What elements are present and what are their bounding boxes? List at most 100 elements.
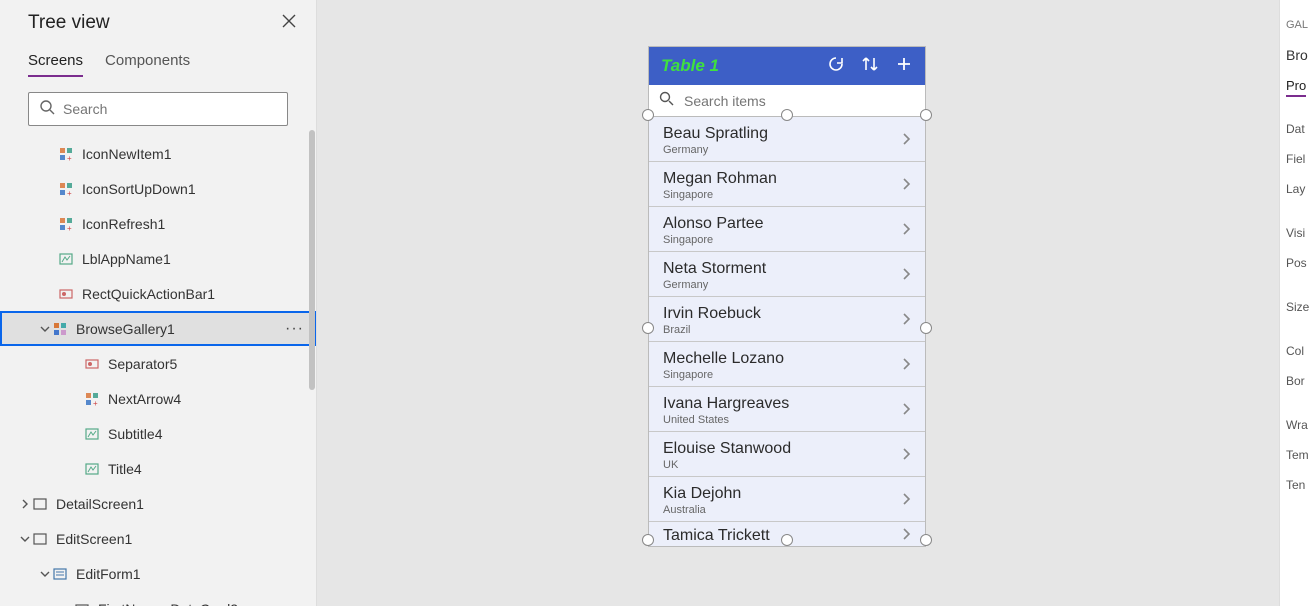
gallery-item[interactable]: Ivana HargreavesUnited States <box>649 387 925 432</box>
tree-node-label: IconSortUpDown1 <box>82 181 196 197</box>
chevron-right-icon[interactable] <box>901 357 913 375</box>
chevron-right-icon[interactable] <box>901 222 913 240</box>
tree-node-title[interactable]: Title4 <box>0 451 316 486</box>
chevron-right-icon[interactable] <box>901 492 913 510</box>
tree-node-subtitle[interactable]: Subtitle4 <box>0 416 316 451</box>
gallery-item[interactable]: Elouise StanwoodUK <box>649 432 925 477</box>
tree-node-browsegallery[interactable]: BrowseGallery1 ··· <box>0 311 316 346</box>
chevron-right-icon[interactable] <box>901 267 913 285</box>
tree-view-title: Tree view <box>28 12 110 34</box>
prop-row[interactable]: Size <box>1286 292 1311 322</box>
tab-screens[interactable]: Screens <box>28 52 83 77</box>
gallery-item-subtitle: Singapore <box>663 189 777 202</box>
tree-node-lblappname[interactable]: LblAppName1 <box>0 241 316 276</box>
tab-components[interactable]: Components <box>105 52 190 77</box>
sort-icon[interactable] <box>861 55 879 78</box>
chevron-right-icon[interactable] <box>901 177 913 195</box>
prop-row[interactable]: Lay <box>1286 174 1311 204</box>
selection-handle[interactable] <box>642 322 654 334</box>
chevron-down-icon[interactable] <box>18 534 32 544</box>
tree-node-iconsortupdown[interactable]: + IconSortUpDown1 <box>0 171 316 206</box>
gallery-item-subtitle: Brazil <box>663 324 761 337</box>
tree-node-separator[interactable]: Separator5 <box>0 346 316 381</box>
control-icon: + <box>58 217 74 231</box>
tree-node-nextarrow[interactable]: + NextArrow4 <box>0 381 316 416</box>
chevron-right-icon[interactable] <box>901 312 913 330</box>
gallery-item-title: Megan Rohman <box>663 170 777 188</box>
properties-panel: GAL Bro Pro Dat Fiel Lay Visi Pos Size C… <box>1279 0 1311 606</box>
chevron-right-icon[interactable] <box>901 527 913 545</box>
gallery-item-title: Alonso Partee <box>663 215 764 233</box>
tree-node-label: NextArrow4 <box>108 391 181 407</box>
prop-row[interactable]: Tem <box>1286 440 1311 470</box>
refresh-icon[interactable] <box>827 55 845 78</box>
tree-node-iconnewitem[interactable]: + IconNewItem1 <box>0 136 316 171</box>
tab-properties[interactable]: Pro <box>1286 78 1306 97</box>
control-icon: + <box>58 182 74 196</box>
datacard-icon <box>74 602 90 606</box>
selection-handle[interactable] <box>920 109 932 121</box>
label-icon <box>58 252 74 266</box>
close-icon[interactable] <box>282 14 296 33</box>
tree-node-detailscreen[interactable]: DetailScreen1 <box>0 486 316 521</box>
tree-node-editscreen[interactable]: EditScreen1 <box>0 521 316 556</box>
chevron-right-icon[interactable] <box>901 447 913 465</box>
gallery-item[interactable]: Kia DejohnAustralia <box>649 477 925 522</box>
gallery-item[interactable]: Megan RohmanSingapore <box>649 162 925 207</box>
prop-row[interactable]: Col <box>1286 336 1311 366</box>
tree-node-firstname-datacard[interactable]: FirstName_DataCard2 <box>0 591 316 606</box>
tree-list: + IconNewItem1 + IconSortUpDown1 + IconR… <box>0 136 316 606</box>
chevron-right-icon[interactable] <box>901 402 913 420</box>
selection-handle[interactable] <box>642 109 654 121</box>
selection-handle[interactable] <box>781 109 793 121</box>
selection-handle[interactable] <box>781 534 793 546</box>
prop-row[interactable]: Ten <box>1286 470 1311 500</box>
chevron-down-icon[interactable] <box>38 324 52 334</box>
app-search-input[interactable] <box>684 93 915 109</box>
chevron-right-icon[interactable] <box>901 132 913 150</box>
prop-row[interactable]: Bor <box>1286 366 1311 396</box>
tree-node-editform[interactable]: EditForm1 <box>0 556 316 591</box>
search-icon <box>659 91 674 111</box>
screen-icon <box>32 532 48 546</box>
gallery-item[interactable]: Mechelle LozanoSingapore <box>649 342 925 387</box>
selection-handle[interactable] <box>642 534 654 546</box>
more-options-icon[interactable]: ··· <box>285 320 304 338</box>
chevron-right-icon[interactable] <box>18 499 32 509</box>
rectangle-icon <box>58 287 74 301</box>
tree-search-input[interactable] <box>63 101 277 117</box>
tree-node-label: FirstName_DataCard2 <box>98 601 238 606</box>
tree-node-rectquickactionbar[interactable]: RectQuickActionBar1 <box>0 276 316 311</box>
gallery-item-title: Irvin Roebuck <box>663 305 761 323</box>
tree-node-label: Subtitle4 <box>108 426 162 442</box>
gallery-item-title: Neta Storment <box>663 260 766 278</box>
form-icon <box>52 567 68 581</box>
design-canvas[interactable]: Table 1 Beau SpratlingGermanyMegan Rohma… <box>317 0 1279 606</box>
gallery-item[interactable]: Beau SpratlingGermany <box>649 117 925 162</box>
sidebar-scrollbar-thumb[interactable] <box>309 130 315 390</box>
rectangle-icon <box>84 357 100 371</box>
gallery-item-title: Tamica Trickett <box>663 527 770 545</box>
prop-row[interactable]: Dat <box>1286 114 1311 144</box>
gallery-item[interactable]: Irvin RoebuckBrazil <box>649 297 925 342</box>
svg-text:+: + <box>67 224 72 231</box>
gallery-item-subtitle: Singapore <box>663 234 764 247</box>
gallery-item-subtitle: United States <box>663 414 789 427</box>
control-icon: + <box>84 392 100 406</box>
gallery-item[interactable]: Neta StormentGermany <box>649 252 925 297</box>
prop-row[interactable]: Wra <box>1286 410 1311 440</box>
prop-row[interactable]: Pos <box>1286 248 1311 278</box>
chevron-down-icon[interactable] <box>38 569 52 579</box>
selection-handle[interactable] <box>920 534 932 546</box>
add-icon[interactable] <box>895 55 913 78</box>
gallery-item[interactable]: Alonso ParteeSingapore <box>649 207 925 252</box>
tree-node-label: EditForm1 <box>76 566 141 582</box>
prop-row[interactable]: Fiel <box>1286 144 1311 174</box>
selection-handle[interactable] <box>920 322 932 334</box>
prop-row[interactable]: Visi <box>1286 218 1311 248</box>
label-icon <box>84 427 100 441</box>
tree-search-box[interactable] <box>28 92 288 126</box>
gallery-icon <box>52 322 68 336</box>
browse-gallery[interactable]: Beau SpratlingGermanyMegan RohmanSingapo… <box>649 117 925 546</box>
tree-node-iconrefresh[interactable]: + IconRefresh1 <box>0 206 316 241</box>
